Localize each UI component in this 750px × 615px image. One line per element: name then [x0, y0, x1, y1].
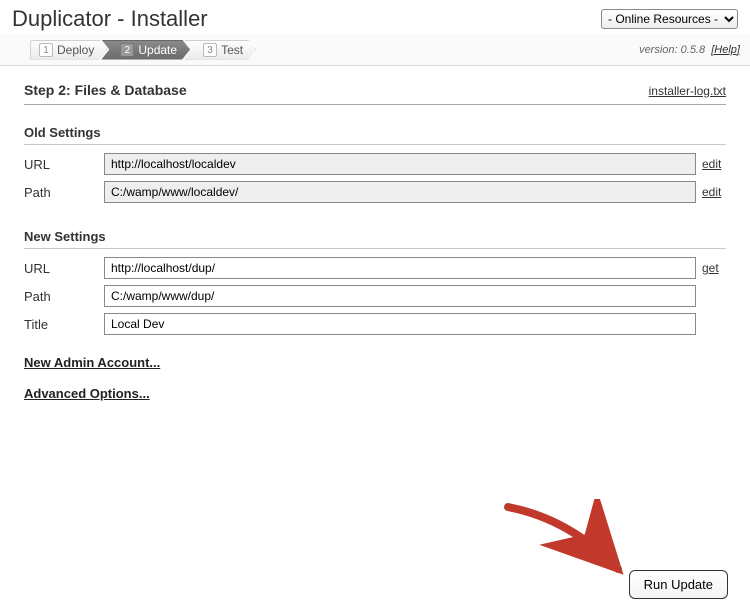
- old-url-input[interactable]: [104, 153, 696, 175]
- new-title-label: Title: [24, 317, 104, 332]
- wizard-step-update[interactable]: 2 Update: [101, 40, 190, 60]
- step-label: Update: [138, 43, 177, 57]
- old-path-label: Path: [24, 185, 104, 200]
- step-number: 1: [39, 43, 53, 57]
- arrow-annotation-icon: [500, 499, 640, 589]
- new-title-input[interactable]: [104, 313, 696, 335]
- online-resources-select[interactable]: - Online Resources -: [601, 9, 738, 29]
- wizard-step-deploy[interactable]: 1 Deploy: [30, 40, 107, 60]
- old-settings-heading: Old Settings: [24, 125, 726, 145]
- new-url-input[interactable]: [104, 257, 696, 279]
- wizard-step-test[interactable]: 3 Test: [184, 40, 256, 60]
- new-url-label: URL: [24, 261, 104, 276]
- page-title: Duplicator - Installer: [12, 6, 208, 32]
- step-heading: Step 2: Files & Database: [24, 82, 187, 98]
- step-label: Test: [221, 43, 243, 57]
- old-url-label: URL: [24, 157, 104, 172]
- step-number: 3: [203, 43, 217, 57]
- old-path-input[interactable]: [104, 181, 696, 203]
- new-url-get-link[interactable]: get: [696, 261, 726, 275]
- run-update-button[interactable]: Run Update: [629, 570, 728, 599]
- help-link[interactable]: [Help]: [711, 44, 740, 56]
- wizard-bar: 1 Deploy 2 Update 3 Test version: 0.5.8 …: [0, 34, 750, 66]
- advanced-options-toggle[interactable]: Advanced Options...: [24, 386, 150, 401]
- step-label: Deploy: [57, 43, 94, 57]
- old-url-edit-link[interactable]: edit: [696, 157, 726, 171]
- new-path-label: Path: [24, 289, 104, 304]
- step-number: 2: [120, 43, 134, 57]
- old-path-edit-link[interactable]: edit: [696, 185, 726, 199]
- new-path-input[interactable]: [104, 285, 696, 307]
- new-settings-heading: New Settings: [24, 229, 726, 249]
- installer-log-link[interactable]: installer-log.txt: [649, 84, 726, 98]
- version-info: version: 0.5.8 [Help]: [639, 44, 740, 56]
- new-admin-account-toggle[interactable]: New Admin Account...: [24, 355, 160, 370]
